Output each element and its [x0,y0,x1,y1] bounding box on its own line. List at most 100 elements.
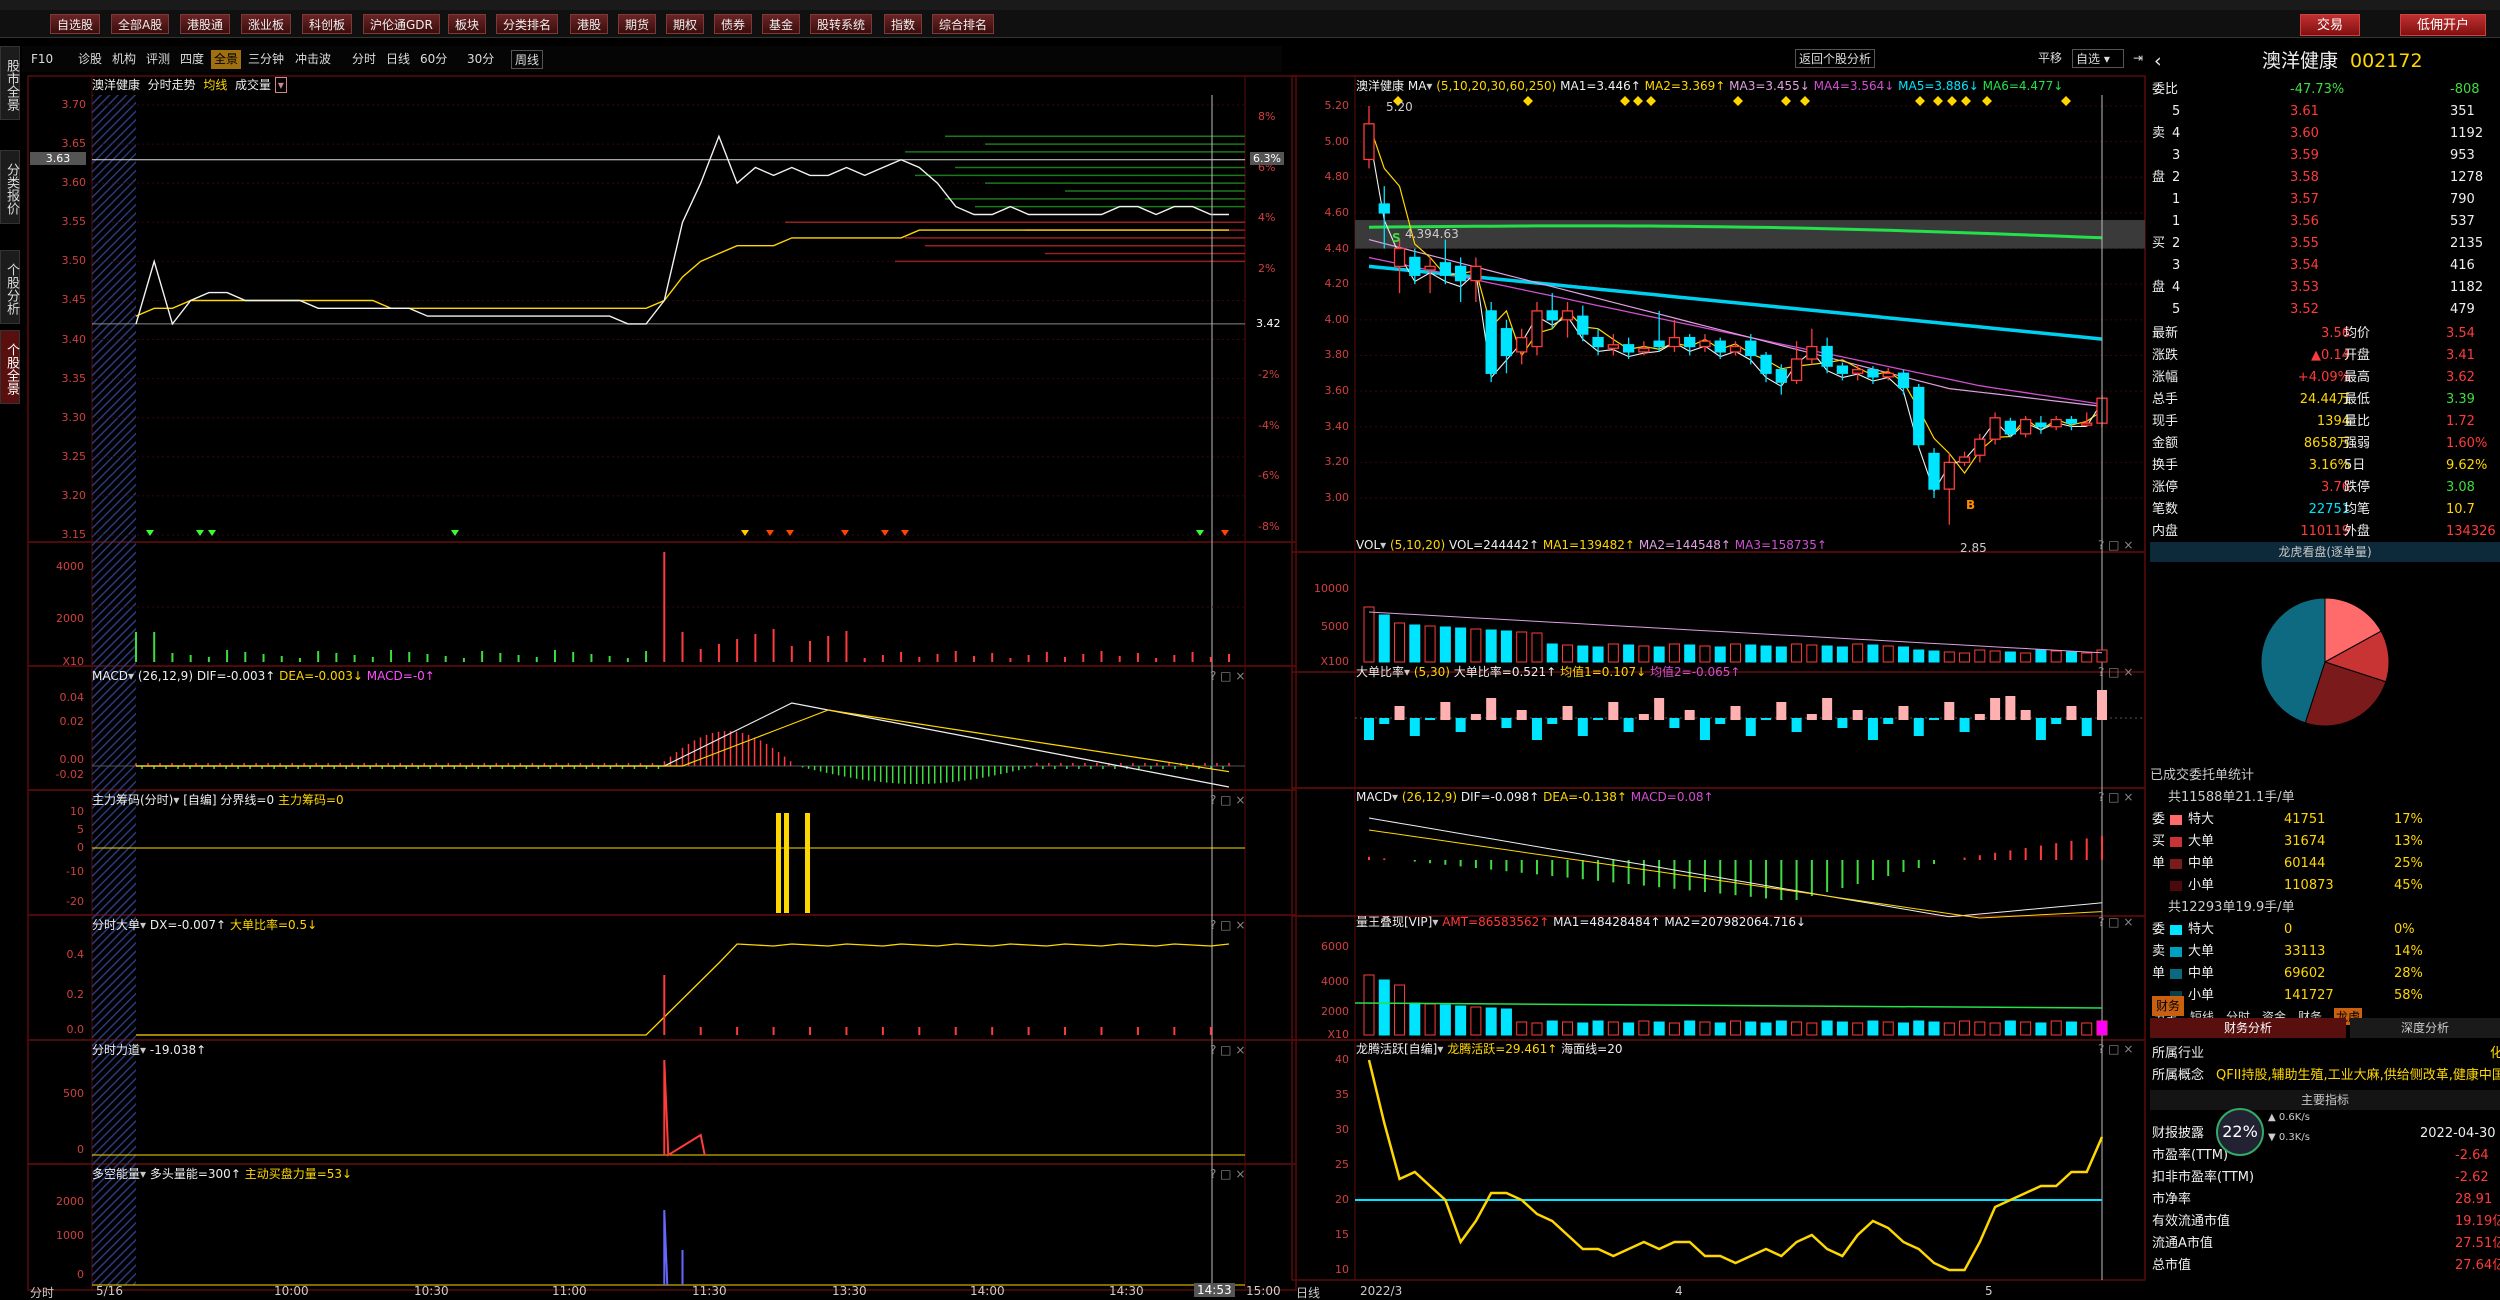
buy_rows-vol-0: 41751 [2284,812,2326,827]
kdate-tick-0[interactable]: 日线 [1296,1284,1320,1300]
candle-body-36 [1913,386,1925,446]
candle-body-6 [1454,265,1467,282]
order-pie-chart [2260,597,2390,727]
candle-body-21 [1684,336,1696,348]
dbl-bar-20 [1669,718,1680,728]
indicator-header-0: MACD▾ (26,12,9) DIF=-0.003↑ DEA=-0.003↓ … [92,669,435,683]
finance-tab[interactable]: 财务 [2152,996,2185,1016]
sell_rows-pct-0: 0% [2394,922,2415,937]
indicator-close-icon-2[interactable]: ? □ × [1210,916,1245,934]
buy-total-text: 共11588单21.1手/单 [2168,790,2295,805]
indicator-name-1: 主力筹码(分时) [92,793,174,807]
stat-label-4: 现手 [2152,414,2179,429]
k-vol-bar-24 [1730,643,1741,663]
time-tick-2: 10:30 [414,1284,449,1298]
candle-body-47 [2081,422,2093,426]
lw-bar-25 [1745,1021,1757,1036]
lw-bar-30 [1821,1020,1833,1036]
klp-header-close-icon[interactable]: ? □ × [2098,1040,2133,1058]
dbl-bar-2 [1394,706,1405,720]
lw-bar-22 [1699,1021,1711,1036]
indicator-close-icon-3[interactable]: ? □ × [1210,1041,1245,1059]
price-tick-5: 3.45 [61,293,87,307]
lw-bar-44 [2035,1022,2047,1036]
buy_rows-side-2: 单 [2152,856,2166,871]
dbl-bar-26 [1761,718,1772,720]
sell-vol-0: 351 [2450,104,2475,119]
deep-analysis-tab[interactable]: 深度分析 [2350,1018,2500,1038]
k-vol-bar-27 [1775,646,1787,663]
sell-vol-4: 790 [2450,192,2475,207]
klw-tick-2: 2000 [1321,1005,1349,1018]
kvol-header-close-icon[interactable]: ? □ × [2098,536,2133,554]
intraday-mode-label[interactable]: 分时 [30,1284,54,1300]
klw-header-close-icon[interactable]: ? □ × [2098,913,2133,931]
kmacd-header-name: MACD [1356,790,1392,804]
ma20-line [1368,239,2103,407]
dbl-bar-38 [1944,702,1955,720]
stat-label2-1: 开盘 [2344,348,2371,363]
kvol-tick-1: 5000 [1321,620,1349,633]
kmacd-header-val-1: DEA=-0.138↑ [1543,790,1627,804]
kline-ma-val-1: MA2=3.369↑ [1644,79,1726,93]
sell_rows-vol-2: 69602 [2284,966,2326,981]
k-vol-bar-21 [1684,644,1696,663]
lw-bar-43 [2020,1021,2032,1036]
metric-label-4: 流通A市值 [2152,1236,2213,1251]
stat-value2-1: 3.41 [2446,348,2475,363]
klw-tick-3: X10 [1327,1028,1349,1041]
k-vol-bar-25 [1745,644,1757,663]
k-vol-bar-42 [2004,651,2016,663]
metric-label-2: 市净率 [2152,1192,2192,1207]
klp-header-val-0: 龙腾活跃=29.461↑ [1447,1042,1558,1056]
kdbl-header-close-icon[interactable]: ? □ × [2098,663,2133,681]
sell_rows-type-2: 中单 [2188,966,2215,981]
stat-row-3: 总手 24.44万 最低 3.39 [2150,390,2500,410]
back-arrow-icon[interactable]: ‹ [2154,48,2162,74]
dbl-bar-22 [1699,718,1710,740]
trade-button[interactable]: 交易 [2300,14,2361,36]
dbl-bar-27 [1776,702,1787,720]
indicator-close-icon-0[interactable]: ? □ × [1210,667,1245,685]
base-price-label: 3.42 [1256,316,1281,330]
indicator-close-icon-1[interactable]: ? □ × [1210,791,1245,809]
indicator-val-1-1: 主力筹码=0 [277,793,344,807]
preopen-hatch [92,95,136,1285]
kdbl-header-val-0: 大单比率=0.521↑ [1453,665,1557,679]
indicator-tick-3-0: 500 [63,1087,84,1100]
stat-label-3: 总手 [2152,392,2179,407]
intraday-dropdown-icon[interactable]: ▾ [274,77,287,93]
k-vol-bar-31 [1836,646,1848,663]
stat-value-7: 3.76 [2321,480,2350,495]
price-tick-0: 3.70 [61,98,87,111]
k-vol-bar-43 [2020,652,2032,663]
indicator-close-icon-4[interactable]: ? □ × [1210,1165,1245,1183]
metric-value-2: 28.91 [2455,1192,2493,1207]
pct-tick-0: 8% [1258,109,1276,123]
lw-bar-42 [2004,1020,2016,1036]
price-tick-4: 3.50 [61,254,87,268]
candle-body-35 [1897,372,1910,389]
indicator-tick-2-1: 0.2 [66,988,85,1001]
indicator-header-4: 多空能量▾ 多头量能=300↑ 主动买盘力量=53↓ [92,1167,353,1181]
buy-total: 共11588单21.1手/单 [2150,788,2500,808]
k-vol-bar-5 [1439,626,1451,663]
lw-bar-27 [1775,1020,1787,1036]
open-account-button[interactable]: 低佣开户 [2400,14,2487,36]
klw-header-val-0: AMT=86583562↑ [1442,915,1550,929]
net-up: ▲ 0.6K/s [2268,1112,2310,1123]
buy-price-0: 3.56 [2290,214,2319,229]
metric-label-5: 总市值 [2152,1258,2192,1273]
kmacd-header-close-icon[interactable]: ? □ × [2098,788,2133,806]
force-spike [663,1059,706,1157]
lw-bar-13 [1562,1021,1574,1036]
dbl-bar-0 [1364,718,1374,740]
dbl-bar-6 [1455,718,1466,732]
finance-analysis-tab[interactable]: 财务分析 [2150,1018,2346,1038]
indicator-tick-2-2: 0.0 [66,1023,85,1036]
lw-bar-19 [1653,1021,1665,1036]
chip-bar-1 [784,813,789,913]
k-vol-bar-35 [1897,646,1909,663]
metric-row-3: 有效流通市值 19.19亿 [2150,1212,2500,1232]
k-vol-bar-11 [1531,632,1543,663]
